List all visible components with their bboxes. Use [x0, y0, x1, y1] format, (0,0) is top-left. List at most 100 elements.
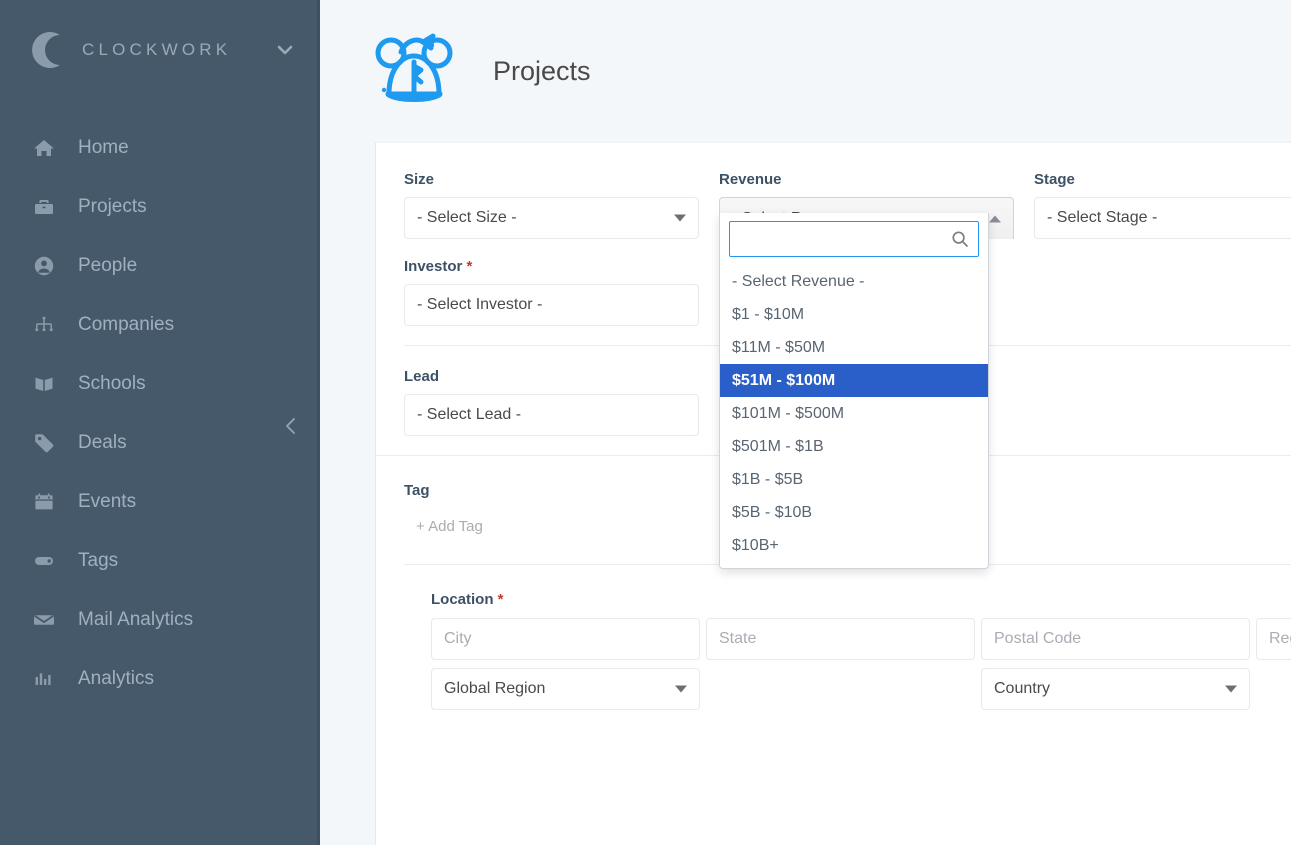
- location-label: Location *: [431, 591, 504, 608]
- tag-icon: [33, 432, 63, 454]
- sidebar-item-mail-analytics[interactable]: Mail Analytics: [0, 590, 320, 649]
- revenue-field: Revenue - Select Revenue - $1 - $10M $11…: [719, 171, 1014, 569]
- stage-label: Stage: [1034, 171, 1075, 188]
- sidebar-nav: Home Projects People Companies Schools D…: [0, 118, 320, 708]
- investor-field: Investor * - Select Investor -: [404, 258, 699, 326]
- add-tag-button[interactable]: + Add Tag: [404, 508, 483, 545]
- sidebar-item-companies[interactable]: Companies: [0, 295, 320, 354]
- bar-chart-icon: [33, 668, 63, 690]
- sidebar-item-tags[interactable]: Tags: [0, 531, 320, 590]
- briefcase-icon: [33, 196, 63, 218]
- global-region-spacer: [706, 668, 975, 710]
- size-label: Size: [404, 171, 435, 188]
- filter-form-top: Size - Select Size - Investor * - Select: [376, 143, 1291, 569]
- revenue-option[interactable]: - Select Revenue -: [720, 265, 988, 298]
- city-cell: City: [431, 618, 700, 660]
- filter-column-middle: Revenue - Select Revenue - $1 - $10M $11…: [719, 171, 1014, 569]
- country-select[interactable]: Country: [981, 668, 1250, 710]
- sidebar-item-schools[interactable]: Schools: [0, 354, 320, 413]
- main-content: Projects Size - Select Size - Investor *…: [320, 0, 1291, 845]
- sidebar-item-people[interactable]: People: [0, 236, 320, 295]
- sidebar-item-deals[interactable]: Deals: [0, 413, 320, 472]
- revenue-option[interactable]: $1 - $10M: [720, 298, 988, 331]
- city-input[interactable]: City: [431, 618, 700, 660]
- stage-select[interactable]: - Select Stage -: [1034, 197, 1291, 239]
- page-header: Projects: [320, 0, 1291, 142]
- sidebar-item-projects[interactable]: Projects: [0, 177, 320, 236]
- calendar-icon: [33, 491, 63, 513]
- sidebar-item-label: Analytics: [78, 667, 155, 689]
- stage-field: Stage - Select Stage -: [1034, 171, 1291, 239]
- postal-cell: Postal Code: [981, 618, 1250, 660]
- caret-down-icon: [674, 214, 686, 222]
- sidebar-item-label: People: [78, 254, 138, 276]
- required-asterisk: *: [497, 591, 504, 608]
- label-icon: [33, 550, 63, 572]
- country-cell: Country: [981, 668, 1250, 710]
- required-asterisk: *: [466, 258, 473, 275]
- location-section: Location * City State Postal Code Re Glo…: [376, 565, 1291, 718]
- state-input[interactable]: State: [706, 618, 975, 660]
- revenue-search-wrap: [720, 213, 988, 261]
- sidebar-item-label: Projects: [78, 195, 147, 217]
- caret-up-icon: [989, 215, 1001, 222]
- tag-label: Tag: [404, 482, 430, 499]
- postal-code-input[interactable]: Postal Code: [981, 618, 1250, 660]
- global-region-value: Global Region: [444, 680, 546, 697]
- sidebar-item-label: Companies: [78, 313, 175, 335]
- sidebar-item-analytics[interactable]: Analytics: [0, 649, 320, 708]
- revenue-dropdown-panel: - Select Revenue - $1 - $10M $11M - $50M…: [719, 213, 989, 569]
- brand-header[interactable]: CLOCKWORK: [0, 0, 320, 100]
- size-select[interactable]: - Select Size -: [404, 197, 699, 239]
- org-chart-icon: [33, 314, 63, 336]
- brand-name: CLOCKWORK: [82, 40, 232, 59]
- size-select-value: - Select Size -: [417, 209, 517, 226]
- sidebar-item-label: Home: [78, 136, 129, 158]
- user-circle-icon: [33, 255, 63, 277]
- revenue-option[interactable]: $1B - $5B: [720, 463, 988, 496]
- sidebar-item-home[interactable]: Home: [0, 118, 320, 177]
- chevron-down-icon[interactable]: [274, 39, 296, 61]
- sidebar-collapse-button[interactable]: [278, 415, 304, 441]
- projects-filter-card: Size - Select Size - Investor * - Select: [375, 142, 1291, 845]
- revenue-option[interactable]: $501M - $1B: [720, 430, 988, 463]
- sidebar-item-label: Tags: [78, 549, 119, 571]
- sidebar-item-label: Events: [78, 490, 137, 512]
- lead-select-value: - Select Lead -: [417, 406, 522, 423]
- revenue-option[interactable]: $5B - $10B: [720, 496, 988, 529]
- revenue-option[interactable]: $11M - $50M: [720, 331, 988, 364]
- search-icon: [951, 230, 969, 248]
- page-title: Projects: [493, 55, 591, 86]
- revenue-search-input[interactable]: [740, 222, 968, 256]
- revenue-option[interactable]: $10B+: [720, 529, 988, 562]
- investor-select[interactable]: - Select Investor -: [404, 284, 699, 326]
- revenue-option[interactable]: $101M - $500M: [720, 397, 988, 430]
- lead-select[interactable]: - Select Lead -: [404, 394, 699, 436]
- region-cell: Region: [1256, 618, 1291, 660]
- filter-column-left: Size - Select Size - Investor * - Select: [404, 171, 699, 345]
- sidebar-item-label: Deals: [78, 431, 127, 453]
- envelope-icon: [33, 609, 63, 631]
- stage-select-value: - Select Stage -: [1047, 209, 1158, 226]
- tag-column: Tag + Add Tag: [404, 478, 699, 564]
- global-region-select[interactable]: Global Region: [431, 668, 700, 710]
- location-grid: City State Postal Code Re Global Region …: [431, 618, 1291, 718]
- region-input[interactable]: Region: [1256, 618, 1291, 660]
- caret-down-icon: [675, 685, 687, 693]
- sidebar-item-label: Schools: [78, 372, 146, 394]
- filter-column-right: Stage - Select Stage -: [1034, 171, 1291, 345]
- app-root: CLOCKWORK Home Projects People Companies…: [0, 0, 1291, 845]
- revenue-search-box[interactable]: [729, 221, 979, 257]
- lead-column: Lead - Select Lead -: [404, 368, 699, 455]
- revenue-option-selected[interactable]: $51M - $100M: [720, 364, 988, 397]
- state-placeholder: State: [719, 630, 757, 647]
- tag-field: Tag + Add Tag: [404, 478, 699, 545]
- book-icon: [33, 373, 63, 395]
- sidebar-item-events[interactable]: Events: [0, 472, 320, 531]
- sidebar-item-label: Mail Analytics: [78, 608, 194, 630]
- caret-down-icon: [1225, 685, 1237, 693]
- home-icon: [33, 137, 63, 159]
- city-placeholder: City: [444, 630, 472, 647]
- state-cell: State: [706, 618, 975, 660]
- lead-spacer-right: [1034, 368, 1291, 455]
